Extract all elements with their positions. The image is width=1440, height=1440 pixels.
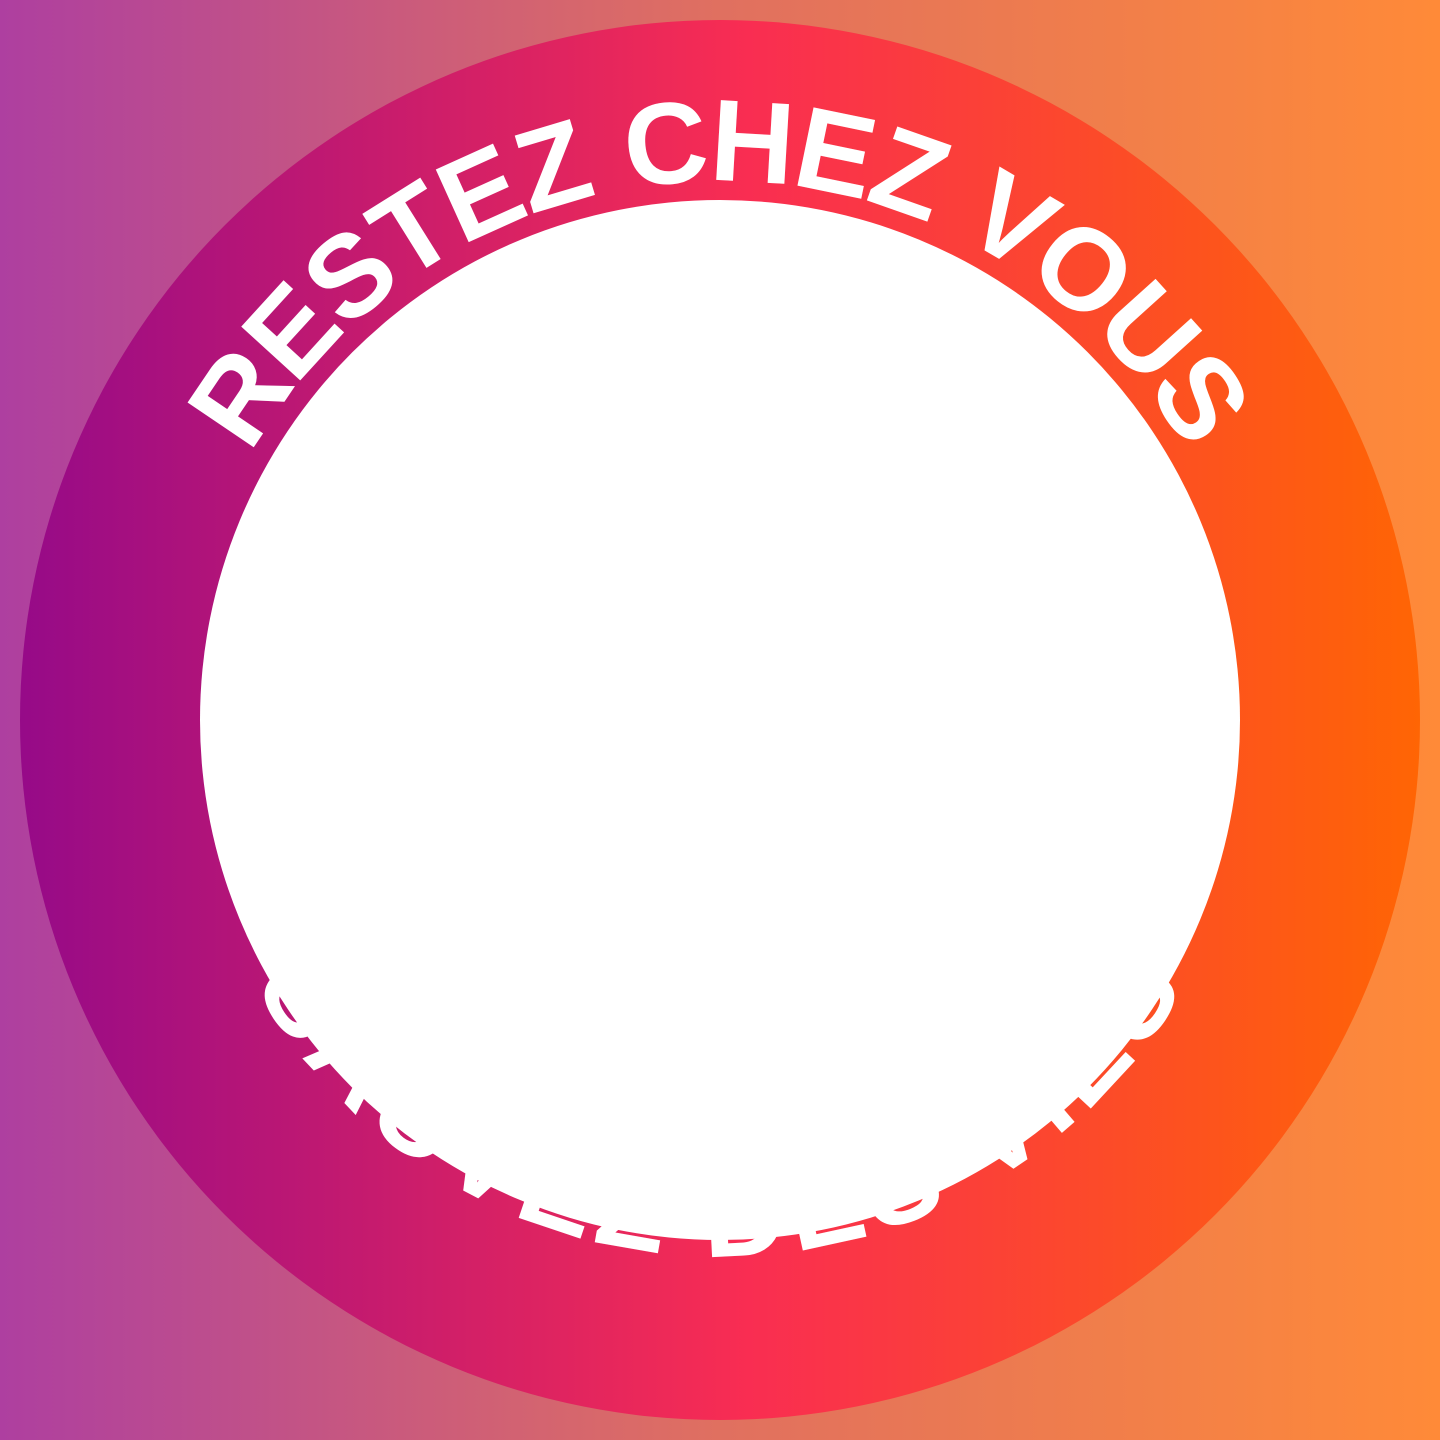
profile-frame: RESTEZ CHEZ VOUS SAUVEZ DES VIES (0, 0, 1440, 1440)
